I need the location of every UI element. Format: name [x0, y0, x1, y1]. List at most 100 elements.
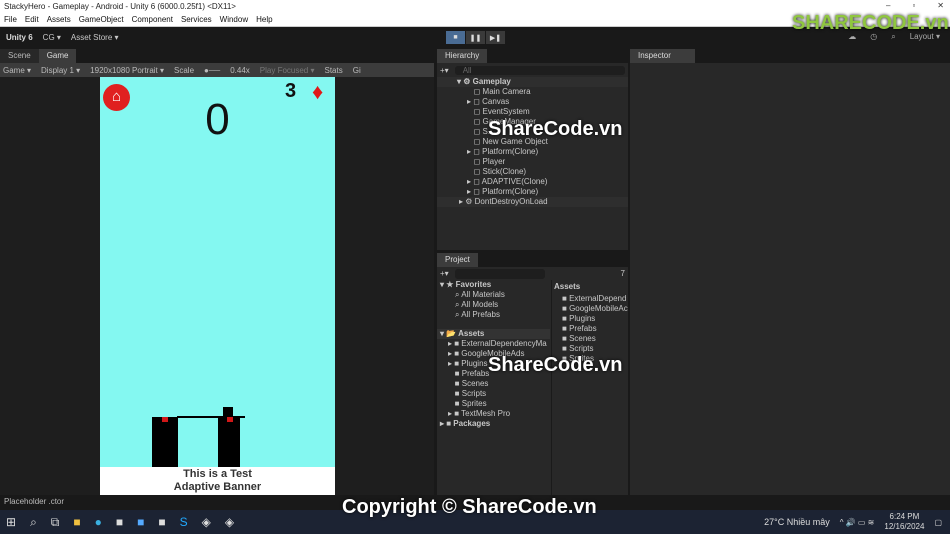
item-label: GoogleMobileAc — [569, 304, 628, 313]
menu-gameobject[interactable]: GameObject — [79, 15, 124, 25]
start-icon[interactable]: ⊞ — [6, 515, 16, 529]
favorites[interactable]: ▾ ★ Favorites — [437, 280, 550, 290]
unity-icon[interactable]: ◈ — [225, 515, 234, 529]
favorite-item[interactable]: ⌕ All Prefabs — [437, 310, 550, 320]
folder-item[interactable]: ■ Sprites — [437, 399, 550, 409]
hidden-count[interactable]: 7 — [621, 269, 625, 278]
minimize-button[interactable]: – — [886, 1, 890, 10]
platform-left — [152, 417, 178, 467]
hierarchy-item[interactable]: ◻ Stick(Clone) — [437, 167, 628, 177]
tab-project[interactable]: Project — [437, 253, 478, 267]
tab-scene[interactable]: Scene — [0, 49, 39, 63]
scene-dontdestroy[interactable]: ▸ ⚙ DontDestroyOnLoad — [437, 197, 628, 207]
scene-gameplay[interactable]: ▾ ⚙ Gameplay — [437, 77, 628, 87]
folder-item[interactable]: ■ Scenes — [437, 379, 550, 389]
folder-item[interactable]: ■ ExternalDepend — [552, 294, 628, 304]
favorite-item[interactable]: ⌕ All Models — [437, 300, 550, 310]
unity-hub-icon[interactable]: ◈ — [202, 515, 211, 529]
tab-inspector[interactable]: Inspector — [630, 49, 695, 63]
task-view-icon[interactable]: ⧉ — [51, 515, 60, 530]
hierarchy-item[interactable]: ◻ Player — [437, 157, 628, 167]
tab-hierarchy[interactable]: Hierarchy — [437, 49, 488, 63]
hierarchy-item[interactable]: ▸ ◻ ADAPTIVE(Clone) — [437, 177, 628, 187]
folder-item[interactable]: ▸ ■ ExternalDependencyMa — [437, 339, 550, 349]
time: 6:24 PM — [889, 512, 920, 521]
add-button[interactable]: +▾ — [440, 269, 449, 278]
folder-item[interactable]: ■ Prefabs — [552, 324, 628, 334]
step-button[interactable]: ▶❚ — [486, 31, 505, 44]
scene-label: DontDestroyOnLoad — [474, 197, 548, 206]
status-text[interactable]: Placeholder .ctor — [4, 497, 64, 506]
hierarchy-item[interactable]: ◻ EventSystem — [437, 107, 628, 117]
item-label: Prefabs — [569, 324, 597, 333]
project-search[interactable] — [454, 268, 545, 279]
hierarchy-item[interactable]: ▸ ◻ Platform(Clone) — [437, 147, 628, 157]
menu-edit[interactable]: Edit — [25, 15, 39, 25]
gizmos-button[interactable]: Gi — [353, 66, 361, 75]
play-button[interactable]: ■ — [446, 31, 465, 44]
scale-slider[interactable]: ●── — [204, 66, 220, 75]
close-button[interactable]: ✕ — [937, 1, 944, 10]
maximize-button[interactable]: ▫ — [912, 1, 915, 10]
menu-window[interactable]: Window — [220, 15, 248, 25]
game-screen[interactable]: ⌂ 0 3 ♦ This is a Test Adaptive Banner — [100, 77, 335, 495]
assets-folder[interactable]: ▾ 📂 Assets — [437, 329, 550, 339]
scale-label: Scale — [174, 65, 195, 75]
menu-help[interactable]: Help — [256, 15, 272, 25]
asset-store-dropdown[interactable]: Asset Store ▾ — [71, 33, 119, 42]
folder-item[interactable]: ■ Scripts — [437, 389, 550, 399]
weather-widget[interactable]: 27°C Nhiều mây — [764, 517, 830, 527]
add-button[interactable]: +▾ — [440, 66, 449, 75]
hierarchy-search[interactable]: All — [454, 65, 625, 75]
hierarchy-item[interactable]: ▸ ◻ Platform(Clone) — [437, 187, 628, 197]
resolution-dropdown[interactable]: 1920x1080 Portrait ▾ — [90, 66, 164, 75]
platform-marker — [162, 417, 168, 422]
item-label: Scenes — [569, 334, 596, 343]
pause-button[interactable]: ❚❚ — [466, 31, 485, 44]
cg-account-dropdown[interactable]: CG ▾ — [43, 33, 61, 42]
hierarchy-panel: +▾ All ▾ ⚙ Gameplay ◻ Main Camera ▸ ◻ Canv… — [437, 63, 628, 250]
menu-assets[interactable]: Assets — [47, 15, 71, 25]
unity-account-button[interactable]: Unity 6 — [6, 33, 33, 42]
display-dropdown[interactable]: Display 1 ▾ — [41, 66, 80, 75]
window-title: StackyHero - Gameplay - Android - Unity … — [4, 2, 236, 11]
app-icon[interactable]: ■ — [158, 515, 165, 529]
explorer-icon[interactable]: ■ — [73, 515, 80, 529]
menu-file[interactable]: File — [4, 15, 17, 25]
tray-icons[interactable]: ^ 🔊 ▭ ≋ — [840, 518, 875, 527]
skype-icon[interactable]: S — [180, 515, 188, 529]
game-toolbar: Game ▾ Display 1 ▾ 1920x1080 Portrait ▾ … — [0, 63, 434, 77]
play-focused-dropdown[interactable]: Play Focused ▾ — [260, 66, 315, 75]
notification-icon[interactable]: ▢ — [934, 518, 942, 527]
packages-folder[interactable]: ▸ ■ Packages — [437, 419, 550, 429]
edge-icon[interactable]: ● — [95, 515, 102, 529]
item-label: TextMesh Pro — [461, 409, 511, 418]
item-label: All Prefabs — [461, 310, 500, 319]
inspector-panel — [630, 63, 950, 495]
folder-item[interactable]: ■ Scripts — [552, 344, 628, 354]
item-label: Canvas — [482, 97, 510, 106]
clock[interactable]: 6:24 PM 12/16/2024 — [884, 512, 924, 532]
hierarchy-item[interactable]: ▸ ◻ Canvas — [437, 97, 628, 107]
folder-item[interactable]: ■ Plugins — [552, 314, 628, 324]
folder-item[interactable]: ■ GoogleMobileAc — [552, 304, 628, 314]
inspector-tabs: Inspector — [630, 48, 950, 63]
hierarchy-item[interactable]: ◻ Main Camera — [437, 87, 628, 97]
favorite-item[interactable]: ⌕ All Materials — [437, 290, 550, 300]
item-label: Main Camera — [482, 87, 531, 96]
watermark-mid: ShareCode.vn — [488, 354, 623, 376]
menu-component[interactable]: Component — [132, 15, 173, 25]
menu-services[interactable]: Services — [181, 15, 212, 25]
tab-game[interactable]: Game — [38, 49, 77, 63]
game-mode-dropdown[interactable]: Game ▾ — [3, 66, 31, 75]
app-icon[interactable]: ■ — [116, 515, 123, 529]
ad-banner[interactable]: This is a Test Adaptive Banner — [100, 467, 335, 495]
stats-button[interactable]: Stats — [325, 66, 343, 75]
folder-item[interactable]: ■ Scenes — [552, 334, 628, 344]
item-label: Player — [482, 157, 506, 166]
search-icon[interactable]: ⌕ — [30, 515, 37, 530]
app-icon[interactable]: ■ — [137, 515, 144, 529]
score-text: 0 — [205, 95, 230, 144]
folder-item[interactable]: ▸ ■ TextMesh Pro — [437, 409, 550, 419]
item-label: Platform(Clone) — [482, 147, 539, 156]
